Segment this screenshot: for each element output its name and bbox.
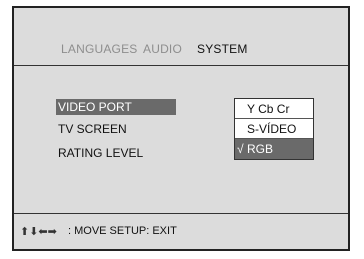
menu-item-video-port[interactable]: VIDEO PORT	[56, 99, 176, 115]
option-label: Y Cb Cr	[247, 102, 290, 116]
tab-audio[interactable]: AUDIO	[143, 42, 182, 56]
option-rgb[interactable]: √ RGB	[235, 139, 313, 159]
footer-hint-text: : MOVE SETUP: EXIT	[68, 225, 177, 237]
tab-system[interactable]: SYSTEM	[197, 42, 248, 56]
direction-arrows-icon: ⬆⬇⬅➡	[20, 226, 57, 238]
option-label: RGB	[247, 142, 274, 156]
menu-item-rating-level[interactable]: RATING LEVEL	[56, 145, 143, 161]
option-ycbcr[interactable]: Y Cb Cr	[235, 99, 313, 119]
video-port-options: Y Cb Cr S-VÍDEO √ RGB	[234, 98, 314, 160]
setup-menu-panel: LANGUAGES AUDIO SYSTEM VIDEO PORT TV SCR…	[12, 6, 350, 251]
menu-item-tv-screen[interactable]: TV SCREEN	[56, 121, 127, 137]
tab-languages[interactable]: LANGUAGES	[61, 42, 138, 56]
option-s-video[interactable]: S-VÍDEO	[235, 119, 313, 139]
tab-bar: LANGUAGES AUDIO SYSTEM	[14, 8, 348, 66]
option-label: S-VÍDEO	[247, 122, 297, 136]
checkmark-icon: √	[237, 142, 244, 156]
footer-hint-bar: ⬆⬇⬅➡ : MOVE SETUP: EXIT	[14, 213, 348, 249]
